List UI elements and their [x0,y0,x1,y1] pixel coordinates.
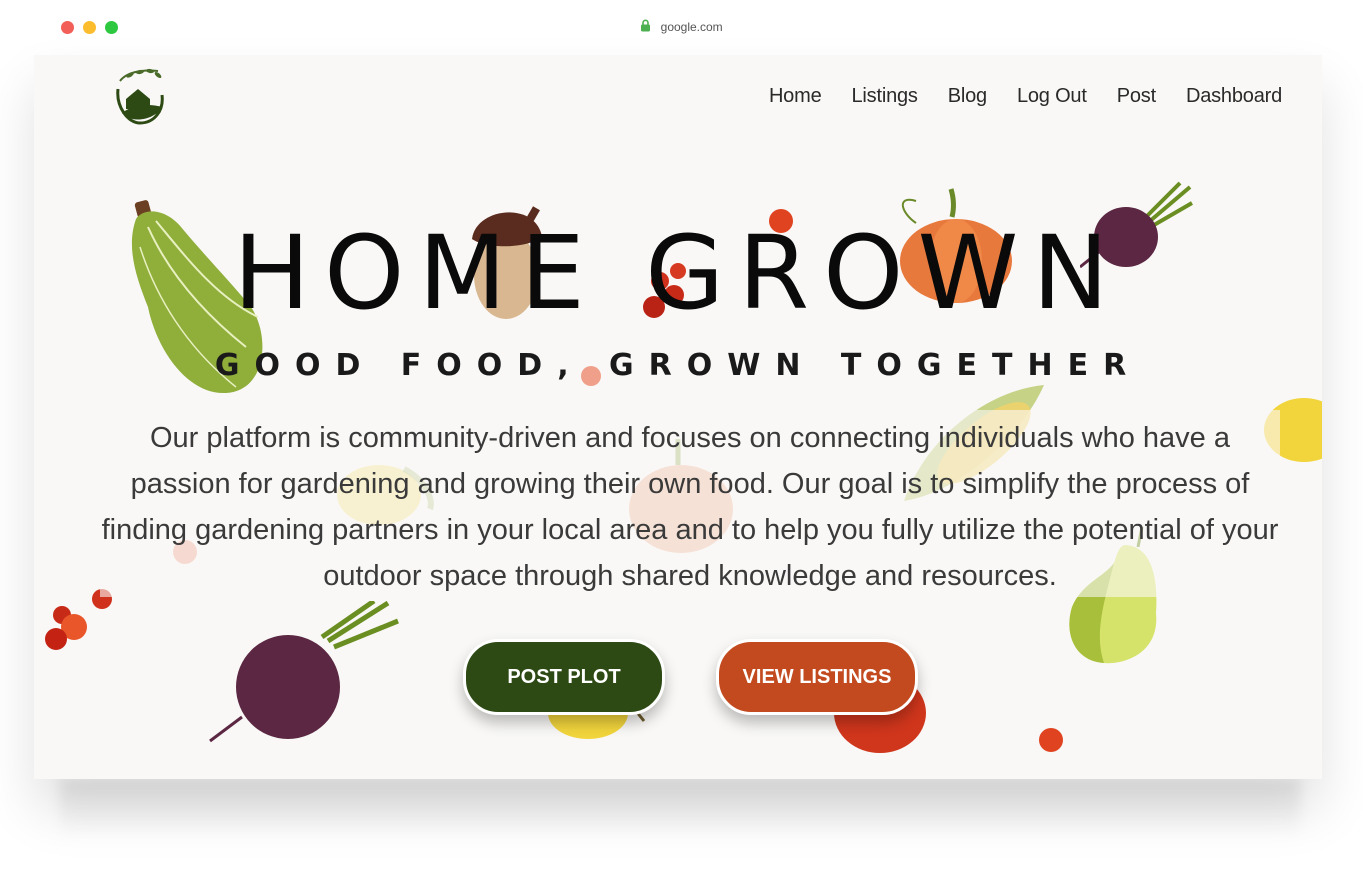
post-plot-button[interactable]: POST PLOT [463,639,665,715]
window-shadow [60,779,1300,839]
nav-link-dashboard[interactable]: Dashboard [1186,85,1282,108]
hero-subtitle: GOOD FOOD, GROWN TOGETHER [214,348,1142,383]
main-nav: Home Listings Blog Log Out Post Dashboar… [769,85,1282,108]
url-text: google.com [660,20,723,34]
garden-house-logo-icon[interactable] [112,67,164,125]
beet-illustration [209,601,399,743]
hero-description: Our platform is community-driven and foc… [101,422,1279,592]
nav-link-blog[interactable]: Blog [948,85,987,108]
browser-chrome: google.com [0,0,1363,55]
page-window: Home Listings Blog Log Out Post Dashboar… [34,55,1322,779]
nav-link-listings[interactable]: Listings [852,85,918,108]
berry-illustration [1039,728,1063,752]
nav-link-home[interactable]: Home [769,85,822,108]
lock-icon [640,19,651,35]
address-bar[interactable]: google.com [0,19,1363,35]
view-listings-button[interactable]: VIEW LISTINGS [716,639,918,715]
nav-link-log-out[interactable]: Log Out [1017,85,1087,108]
hero-title: HOME GROWN [233,214,1123,333]
nav-link-post[interactable]: Post [1117,85,1156,108]
